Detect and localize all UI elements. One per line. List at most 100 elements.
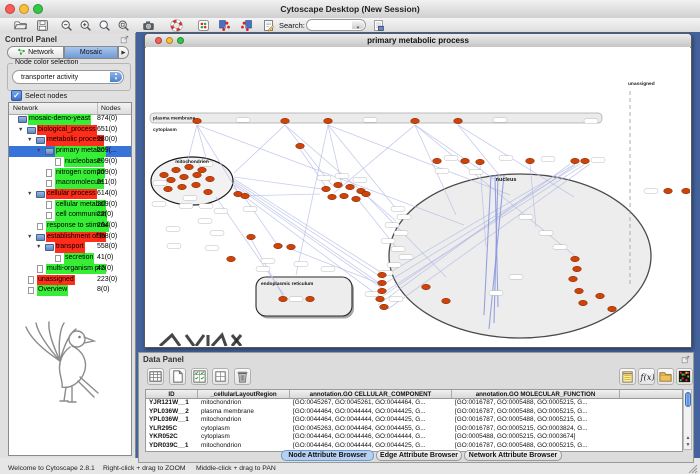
scroll-down-icon[interactable]: ▼ xyxy=(684,442,692,448)
tab-network[interactable]: Network xyxy=(7,46,64,59)
network-node[interactable] xyxy=(204,189,213,194)
notepad-icon[interactable] xyxy=(619,368,636,385)
matrix-icon[interactable] xyxy=(676,368,693,385)
network-grid-icon[interactable] xyxy=(197,19,210,32)
network-node[interactable] xyxy=(241,193,250,198)
network-node[interactable] xyxy=(608,306,617,311)
tree-row[interactable]: cell communicat22(0) xyxy=(9,210,131,221)
net-zoom-button[interactable] xyxy=(177,37,184,44)
network-node[interactable] xyxy=(167,177,176,182)
select-attributes-icon[interactable] xyxy=(191,368,208,385)
network-node[interactable] xyxy=(180,174,189,179)
network-node[interactable] xyxy=(376,296,385,301)
network-node[interactable] xyxy=(378,280,387,285)
tree-row[interactable]: ▼metabolic process280(0) xyxy=(9,135,131,146)
network-node[interactable] xyxy=(569,276,578,281)
network-node[interactable] xyxy=(573,266,582,271)
tree-row[interactable]: Overview8(0) xyxy=(9,285,131,296)
network-node[interactable] xyxy=(442,298,451,303)
layout-a-icon[interactable] xyxy=(218,19,231,32)
network-node[interactable] xyxy=(287,244,296,249)
life-ring-icon[interactable] xyxy=(170,19,183,32)
search-input[interactable]: ▾ xyxy=(306,19,366,31)
new-page-icon[interactable] xyxy=(169,368,186,385)
tab-overflow-arrow-icon[interactable]: ▶ xyxy=(118,46,129,59)
network-node[interactable] xyxy=(206,176,215,181)
create-attribute-icon[interactable] xyxy=(212,368,229,385)
tab-node-attribute-browser[interactable]: Node Attribute Browser xyxy=(281,450,374,461)
zoom-fit-icon[interactable] xyxy=(117,19,130,32)
scrollbar-thumb[interactable] xyxy=(685,392,691,407)
network-node[interactable] xyxy=(579,300,588,305)
network-node[interactable] xyxy=(352,196,361,201)
network-node[interactable] xyxy=(378,272,387,277)
network-node[interactable] xyxy=(380,304,389,309)
network-node[interactable] xyxy=(193,172,202,177)
tree-row[interactable]: response to stimulu264(0) xyxy=(9,221,131,232)
network-node[interactable] xyxy=(682,188,690,193)
tree-col-network[interactable]: Network xyxy=(13,103,38,114)
network-node[interactable] xyxy=(664,188,673,193)
table-icon[interactable] xyxy=(147,368,164,385)
expand-arrow-icon[interactable]: ▼ xyxy=(27,232,32,243)
close-button[interactable] xyxy=(5,4,15,14)
tab-edge-attribute-browser[interactable]: Edge Attribute Browser xyxy=(376,450,462,461)
minimize-button[interactable] xyxy=(19,4,29,14)
network-node[interactable] xyxy=(247,234,256,239)
tree-row[interactable]: ▼biological_process651(0) xyxy=(9,125,131,136)
tree-col-nodes[interactable]: Nodes xyxy=(97,103,121,114)
network-node[interactable] xyxy=(185,164,194,169)
network-node[interactable] xyxy=(454,118,463,123)
tab-mosaic[interactable]: Mosaic xyxy=(64,46,118,59)
network-node[interactable] xyxy=(227,256,236,261)
tree-row[interactable]: ▼transport558(0) xyxy=(9,242,131,253)
form-icon[interactable] xyxy=(372,19,385,32)
network-node[interactable] xyxy=(378,288,387,293)
tree-row[interactable]: unassigned223(0) xyxy=(9,275,131,286)
tree-row[interactable]: ▼cellular process614(0) xyxy=(9,189,131,200)
float-panel-icon[interactable] xyxy=(120,35,129,46)
expand-arrow-icon[interactable]: ▼ xyxy=(27,135,32,146)
annotation-icon[interactable] xyxy=(262,19,275,32)
network-node[interactable] xyxy=(279,296,288,301)
network-node[interactable] xyxy=(198,167,207,172)
expand-arrow-icon[interactable]: ▼ xyxy=(36,146,41,157)
scroll-up-icon[interactable]: ▲ xyxy=(684,435,692,441)
tree-row[interactable]: multi-organism pro42(0) xyxy=(9,264,131,275)
fx-icon[interactable]: f(x) xyxy=(638,368,655,385)
network-node[interactable] xyxy=(476,159,485,164)
network-node[interactable] xyxy=(324,118,333,123)
tree-row[interactable]: cellular metabol209(0) xyxy=(9,200,131,211)
network-node[interactable] xyxy=(281,118,290,123)
expand-arrow-icon[interactable]: ▼ xyxy=(18,125,23,136)
float-datapanel-icon[interactable] xyxy=(681,355,690,366)
network-node[interactable] xyxy=(192,182,201,187)
network-canvas[interactable]: plasma membranecytoplasmmitochondrionnuc… xyxy=(146,47,690,346)
tree-row[interactable]: mosaic-demo-yeast874(0) xyxy=(9,114,131,125)
tree-row[interactable]: ▼establishment of lo558(0) xyxy=(9,232,131,243)
tree-row[interactable]: ▼primary metabo209(... xyxy=(9,146,131,157)
node-color-select[interactable]: transporter activity ▴▾ xyxy=(12,70,124,84)
open-folder-icon[interactable] xyxy=(14,19,27,32)
compartment-nucleus[interactable] xyxy=(389,174,651,338)
tree-row[interactable]: nitrogen compo209(0) xyxy=(9,168,131,179)
tab-network-attribute-browser[interactable]: Network Attribute Browser xyxy=(464,450,562,461)
search-dropdown-button[interactable]: ▾ xyxy=(352,21,364,29)
network-node[interactable] xyxy=(164,186,173,191)
network-node[interactable] xyxy=(322,186,331,191)
network-node[interactable] xyxy=(328,194,337,199)
save-icon[interactable] xyxy=(36,19,49,32)
zoom-in-icon[interactable] xyxy=(79,19,92,32)
network-node[interactable] xyxy=(433,158,442,163)
network-node[interactable] xyxy=(334,182,343,187)
network-node[interactable] xyxy=(340,193,349,198)
network-node[interactable] xyxy=(422,284,431,289)
folder-icon[interactable] xyxy=(657,368,674,385)
expand-arrow-icon[interactable]: ▼ xyxy=(27,189,32,200)
tree-row[interactable]: secretion41(0) xyxy=(9,253,131,264)
table-scrollbar[interactable]: ▲ ▼ xyxy=(683,389,692,450)
select-nodes-checkbox[interactable]: ✓ xyxy=(11,90,22,101)
network-node[interactable] xyxy=(461,158,470,163)
layout-b-icon[interactable] xyxy=(240,19,253,32)
network-view-window[interactable]: primary metabolic process plasma membran… xyxy=(144,33,692,348)
